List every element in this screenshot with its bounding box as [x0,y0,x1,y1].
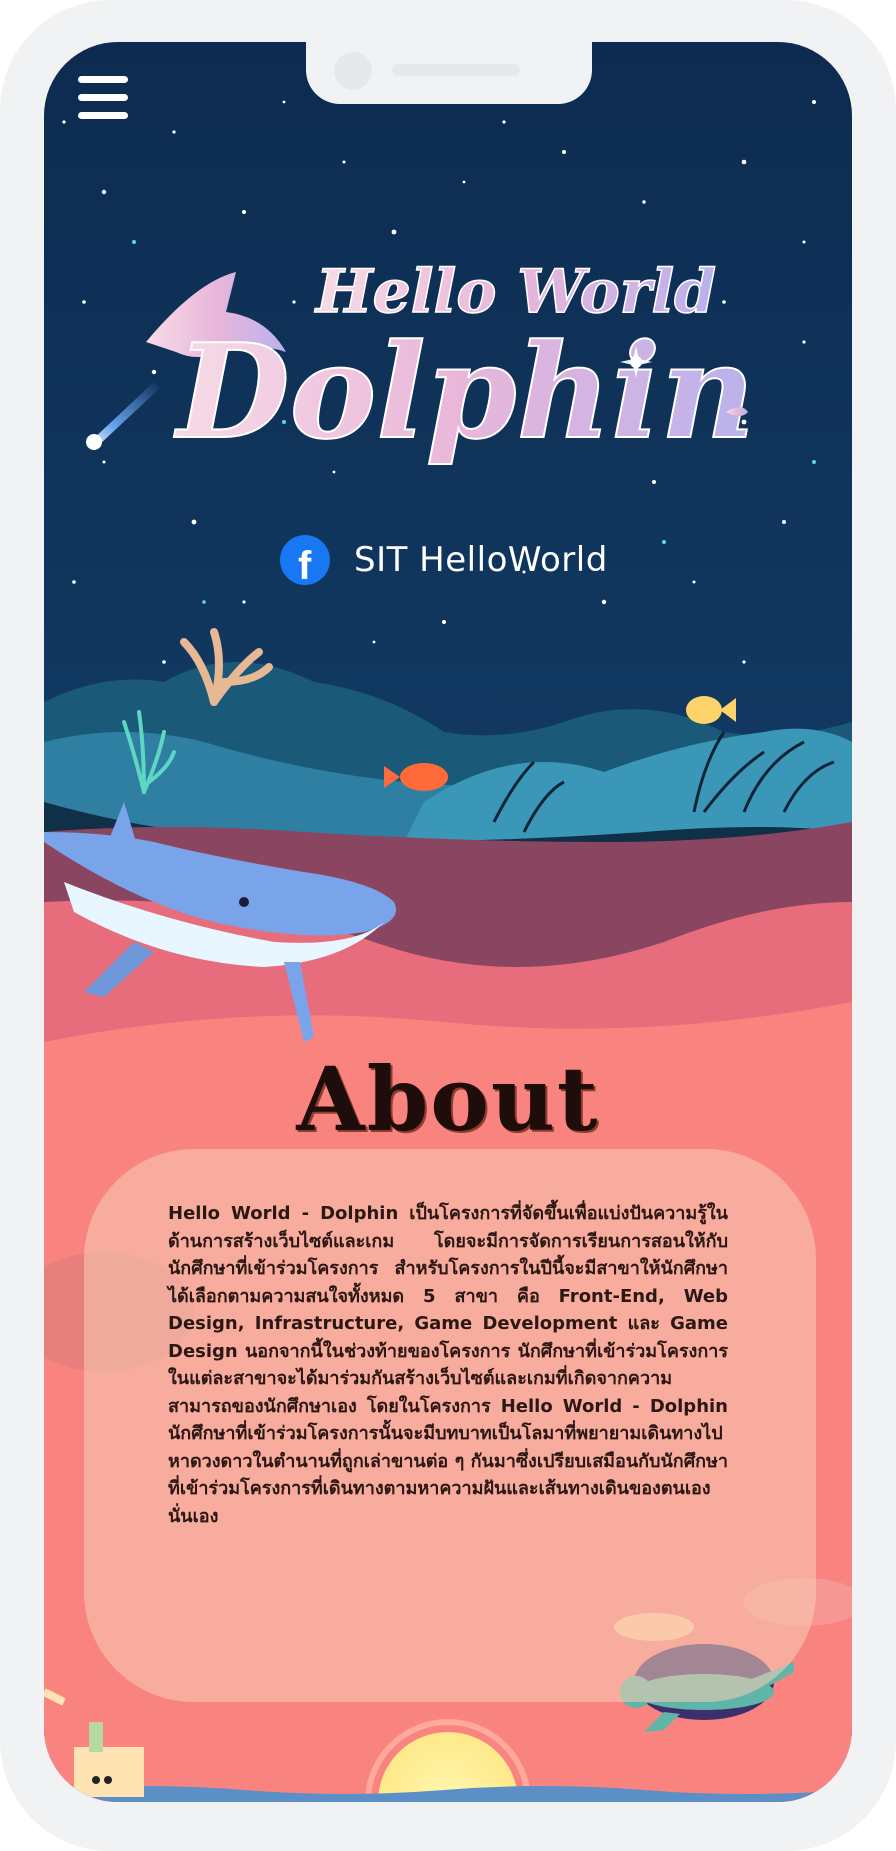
facebook-link[interactable]: f SIT HelloWorld [280,532,608,588]
phone-notch [306,42,592,104]
hello-world-dolphin-logo: Hello World Dolphin [146,262,756,469]
facebook-icon: f [280,535,330,588]
facebook-page-name: SIT HelloWorld [354,540,608,580]
about-description: Hello World - Dolphin เป็นโครงการที่จัดข… [168,1203,728,1527]
app-screen: Hello World Dolphin f SIT HelloWorld Abo… [44,42,852,1802]
about-heading: About [296,1047,600,1151]
speaker-grille [392,64,520,76]
camera-icon [334,52,372,90]
logo-dolphin: Dolphin [173,315,755,468]
hamburger-menu-icon[interactable] [78,76,128,120]
